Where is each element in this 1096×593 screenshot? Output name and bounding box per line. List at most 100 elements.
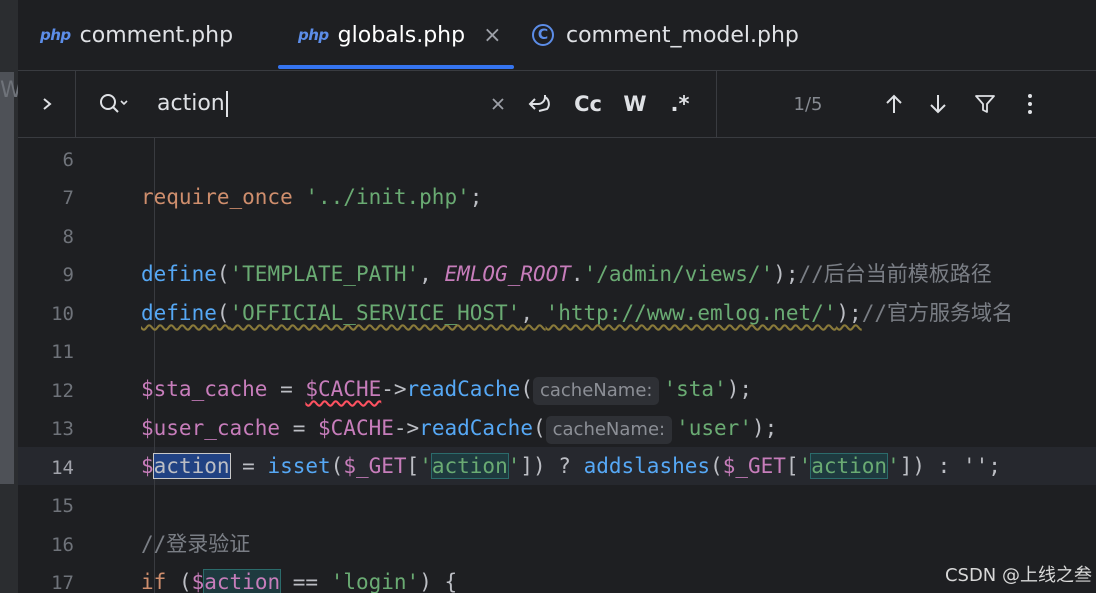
line-number: 6 xyxy=(62,149,74,171)
previous-occurrence-button[interactable] xyxy=(880,71,908,137)
more-options-button[interactable] xyxy=(1018,71,1042,137)
string: 'http://www.emlog.net/' xyxy=(545,301,837,325)
string: 'TEMPLATE_PATH' xyxy=(229,262,420,286)
keyword: require_once xyxy=(141,185,293,209)
method-call: readCache xyxy=(419,416,533,440)
line-number: 17 xyxy=(51,572,74,593)
close-tab-icon[interactable]: × xyxy=(483,23,501,48)
string: '../init.php' xyxy=(305,185,470,209)
constant: EMLOG_ROOT xyxy=(444,262,571,286)
code-editor[interactable]: 6 7 8 9 10 11 12 13 14 15 16 17 require_… xyxy=(18,138,1096,593)
punctuation: , xyxy=(419,262,445,286)
string: 'login' xyxy=(330,570,420,593)
punctuation: , xyxy=(520,301,546,325)
string: '/admin/views/' xyxy=(583,262,774,286)
editor-tab-bar: php comment.php php globals.php × C comm… xyxy=(18,0,1096,71)
filter-search-results-button[interactable] xyxy=(970,71,1000,137)
search-options-button[interactable] xyxy=(98,71,130,137)
line-number: 16 xyxy=(51,534,74,556)
chevron-right-icon xyxy=(42,98,52,110)
new-line-button[interactable] xyxy=(521,71,557,137)
superglobal: $_GET xyxy=(343,454,407,478)
class-file-icon: C xyxy=(532,24,554,46)
function-call: addslashes xyxy=(583,454,711,478)
punctuation: ); xyxy=(836,301,862,325)
parameter-hint: cacheName: xyxy=(545,416,673,444)
punctuation: ( xyxy=(216,262,230,286)
string-quote: ' xyxy=(887,454,900,478)
punctuation: ) { xyxy=(419,570,458,593)
variable-dollar: $ xyxy=(141,454,154,478)
variable: $user_cache xyxy=(141,416,281,440)
line-number: 11 xyxy=(51,341,74,363)
punctuation: ( xyxy=(710,454,723,478)
variable-undefined: $CACHE xyxy=(305,377,382,401)
clear-search-button[interactable] xyxy=(484,71,512,137)
variable-dollar: $ xyxy=(191,570,205,593)
superglobal: $_GET xyxy=(722,454,786,478)
function-call: define xyxy=(141,301,217,325)
tab-comment-model-php[interactable]: C comment_model.php xyxy=(532,0,799,70)
string-quote: ' xyxy=(507,454,521,478)
punctuation: ); xyxy=(773,262,799,286)
more-vertical-icon xyxy=(1028,94,1032,114)
method-call: readCache xyxy=(406,377,521,401)
whole-words-button[interactable]: W xyxy=(618,71,652,137)
tab-globals-php[interactable]: php globals.php × xyxy=(278,0,514,70)
punctuation: ( xyxy=(216,301,230,325)
match-case-button[interactable]: Cc xyxy=(570,71,606,137)
line-number: 9 xyxy=(62,264,74,286)
keyword: if xyxy=(141,570,167,593)
line-number-current: 14 xyxy=(51,457,74,479)
find-bar: action Cc W .* 1/5 xyxy=(18,71,1096,138)
code-line-16: //登录验证 xyxy=(141,531,250,557)
operator: = xyxy=(229,454,268,478)
php-file-icon: php xyxy=(40,26,71,44)
comment: //后台当前模板路径 xyxy=(798,262,992,286)
variable: $sta_cache xyxy=(141,377,268,401)
next-occurrence-button[interactable] xyxy=(924,71,952,137)
scrollbar-strip[interactable] xyxy=(0,72,14,484)
line-number: 8 xyxy=(62,226,74,248)
tab-comment-php[interactable]: php comment.php xyxy=(40,0,233,70)
line-number: 10 xyxy=(51,303,74,325)
punctuation: ); xyxy=(751,416,778,440)
match-count: 1/5 xyxy=(793,93,823,115)
operator: = xyxy=(280,416,319,440)
code-line-17: if ($action == 'login') { xyxy=(141,569,457,593)
code-line-7: require_once '../init.php'; xyxy=(141,184,482,210)
comment: //官方服务域名 xyxy=(861,301,1013,325)
code-line-10: define('OFFICIAL_SERVICE_HOST', 'http://… xyxy=(141,300,1013,326)
punctuation: ( xyxy=(166,570,192,593)
new-line-icon xyxy=(528,95,550,112)
tab-label: comment.php xyxy=(79,22,234,48)
string-quote: ' xyxy=(419,454,432,478)
expand-replace-button[interactable] xyxy=(18,71,76,137)
php-file-icon: php xyxy=(298,26,329,44)
filter-icon xyxy=(975,95,995,113)
line-number: 7 xyxy=(62,187,74,209)
variable: $CACHE xyxy=(318,416,394,440)
function-call: isset xyxy=(267,454,331,478)
code-line-12: $sta_cache = $CACHE->readCache(cacheName… xyxy=(141,376,752,405)
active-tab-indicator xyxy=(278,65,514,69)
operator: -> xyxy=(393,416,420,440)
operator: = xyxy=(267,377,306,401)
string-quote: ' xyxy=(798,454,812,478)
code-line-13: $user_cache = $CACHE->readCache(cacheNam… xyxy=(141,415,777,444)
line-number-gutter: 6 7 8 9 10 11 12 13 14 15 16 17 xyxy=(18,138,136,593)
punctuation: [ xyxy=(785,454,799,478)
code-line-9: define('TEMPLATE_PATH', EMLOG_ROOT.'/adm… xyxy=(141,261,992,287)
search-input[interactable]: action xyxy=(157,91,228,117)
punctuation: . xyxy=(570,262,584,286)
punctuation: ( xyxy=(330,454,344,478)
comment: //登录验证 xyxy=(141,532,251,556)
punctuation: ]) : ''; xyxy=(899,454,1001,478)
arrow-up-icon xyxy=(886,94,902,113)
search-match-current: action xyxy=(152,453,231,479)
regex-button[interactable]: .* xyxy=(663,71,697,137)
function-call: define xyxy=(141,262,217,286)
punctuation: ; xyxy=(469,185,483,209)
line-number: 15 xyxy=(51,495,74,517)
punctuation: ); xyxy=(726,377,752,401)
